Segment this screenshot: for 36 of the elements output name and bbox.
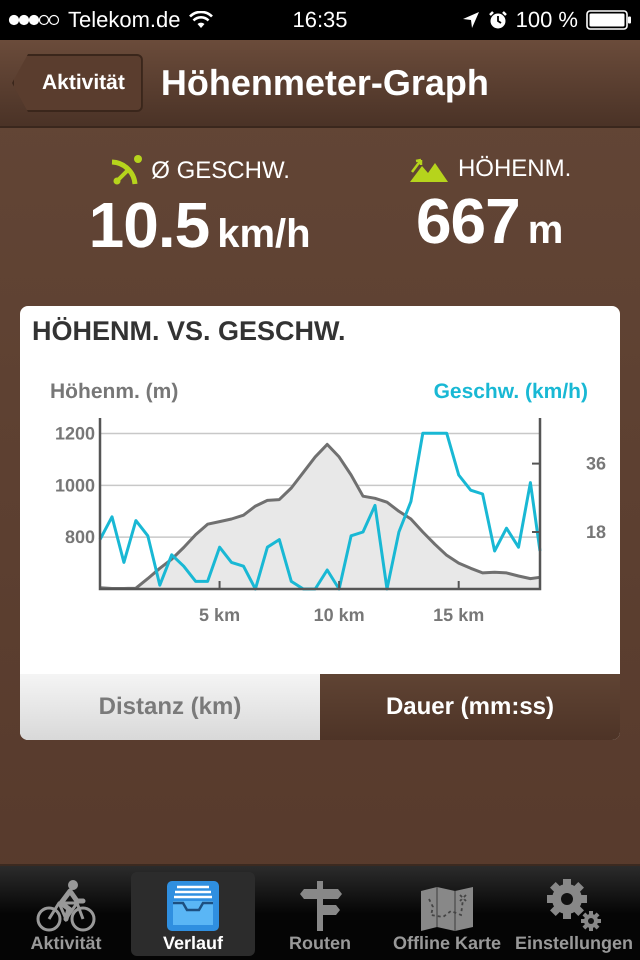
tab-bar-item[interactable]: Einstellungen — [512, 872, 636, 956]
y-tick-label: 1200 — [54, 424, 95, 444]
stat-label: HÖHENM. — [458, 155, 572, 183]
screen-title: Höhenmeter-Graph — [160, 62, 489, 104]
segment-button[interactable]: Dauer (mm:ss) — [320, 674, 620, 740]
x-tick-label: 15 km — [433, 605, 484, 625]
back-button[interactable]: Aktivität — [12, 54, 143, 112]
card-title: HÖHENM. VS. GESCHW. — [31, 315, 347, 348]
location-icon — [462, 11, 480, 29]
stat-value: 10.5 — [88, 188, 210, 262]
battery-percent: 100 % — [516, 7, 578, 33]
tab-bar-item[interactable]: Routen — [258, 872, 382, 956]
inbox-tray-icon — [165, 879, 221, 933]
stat-unit: km/h — [217, 212, 311, 257]
alarm-clock-icon — [488, 10, 508, 30]
x-tick-label: 5 km — [199, 605, 240, 625]
cyclist-icon — [35, 879, 97, 933]
map-icon — [419, 885, 475, 933]
stat-unit: m — [528, 208, 564, 253]
battery-icon — [586, 10, 632, 30]
wifi-icon — [188, 11, 213, 29]
stat-value: 667 — [416, 184, 520, 258]
x-tick-label: 10 km — [314, 605, 365, 625]
y-tick-label: 1000 — [54, 475, 95, 496]
tab-bar-item[interactable]: Aktivität — [4, 872, 128, 956]
right-axis-label: Geschw. (km/h) — [434, 380, 588, 403]
left-axis-label: Höhenm. (m) — [50, 380, 178, 403]
carrier-name: Telekom.de — [68, 7, 181, 33]
y-tick-label: 36 — [586, 454, 606, 474]
y-tick-label: 800 — [64, 527, 95, 548]
status-time: 16:35 — [292, 7, 348, 33]
signal-icon — [8, 14, 60, 26]
tab-bar-item[interactable]: Offline Karte — [385, 872, 509, 956]
stat-label: Ø GESCHW. — [151, 157, 290, 185]
y-tick-label: 18 — [586, 522, 606, 542]
tab-bar-item[interactable]: Verlauf — [131, 872, 255, 956]
